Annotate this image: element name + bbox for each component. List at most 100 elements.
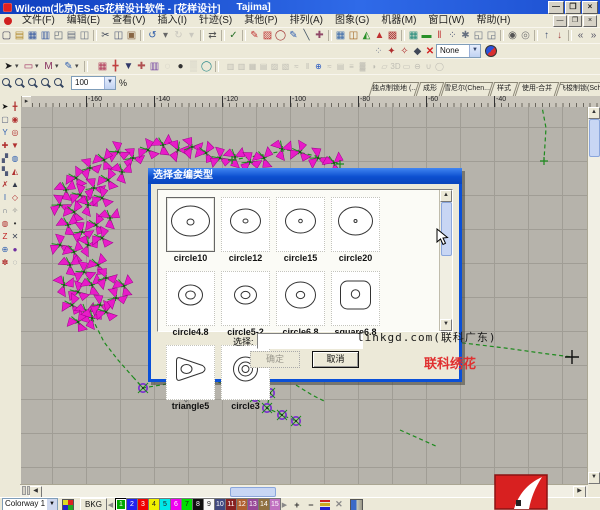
flower-tool-icon[interactable]: ✽ (0, 256, 10, 269)
mdi-close-button[interactable]: × (583, 15, 597, 27)
ruler-icon[interactable]: ▬ (420, 29, 433, 42)
shape-item-square6.8[interactable]: square6.8 (331, 271, 380, 338)
tab-6[interactable]: 飞梭制锁(Sch... (556, 82, 600, 96)
lock-icon[interactable]: ◉ (506, 29, 519, 42)
stitch-pattern-12-icon[interactable]: ▓ (357, 60, 368, 73)
target-icon[interactable]: ⊕ (0, 243, 10, 256)
shape-thumbnail[interactable] (331, 197, 380, 252)
cut-icon[interactable]: ✂ (99, 29, 112, 42)
remove-effect-icon[interactable]: ✕ (424, 46, 436, 57)
shape-item-circle20[interactable]: circle20 (331, 197, 380, 264)
chevron-down-icon[interactable]: ▾ (35, 60, 42, 73)
dark-tri-icon[interactable]: ▲ (10, 178, 20, 191)
prev-icon[interactable]: « (574, 29, 587, 42)
stitch-pattern-18-icon[interactable]: ◯ (434, 60, 445, 73)
mesh-icon[interactable]: ▦ (96, 60, 109, 73)
anchor-red-icon[interactable]: ◉ (10, 113, 20, 126)
thread-colors-icon[interactable] (320, 500, 330, 510)
tab-2[interactable]: 成形 (416, 82, 445, 96)
chevron-down-icon[interactable]: ▼ (469, 45, 480, 57)
menu-item-2[interactable]: 编辑(E) (61, 14, 106, 27)
fill-icon[interactable]: ▩ (386, 29, 399, 42)
palette-scroll-left-icon[interactable]: ◀ (107, 501, 114, 509)
stitch-pattern-5-icon[interactable]: ▨ (269, 60, 280, 73)
palette-scroll-right-icon[interactable]: ▶ (281, 501, 288, 509)
shape-thumbnail[interactable] (276, 197, 325, 252)
check-icon[interactable]: ✓ (227, 29, 240, 42)
shape-thumbnail[interactable] (166, 197, 215, 252)
print-icon[interactable]: ▤ (65, 29, 78, 42)
shape-thumbnail[interactable] (221, 197, 270, 252)
stitch-target-icon[interactable]: ⊕ (313, 60, 324, 73)
dot-dark-icon[interactable]: ● (174, 60, 187, 73)
shape-thumbnail[interactable] (276, 271, 325, 326)
menu-item-3[interactable]: 查看(V) (106, 14, 151, 27)
chart-icon[interactable]: ◭ (360, 29, 373, 42)
colorway-select[interactable]: Colorway 1 ▼ (2, 498, 58, 510)
stitch-3d-icon[interactable]: 3D (390, 60, 401, 73)
save-icon[interactable]: ▦ (26, 29, 39, 42)
maximize-button[interactable]: ❐ (565, 1, 581, 14)
redo-icon[interactable]: ↻ (172, 29, 185, 42)
x-red-icon[interactable]: ✗ (0, 178, 10, 191)
pin-red-icon[interactable]: ╋ (109, 60, 122, 73)
ring-icon[interactable]: ◎ (519, 29, 532, 42)
open-icon[interactable]: ▤ (13, 29, 26, 42)
stitch-pattern-8-icon[interactable]: ‖ (302, 60, 313, 73)
shape-thumbnail[interactable] (331, 271, 380, 326)
thread-color-15[interactable]: 15 (269, 498, 281, 510)
pen-red-icon[interactable]: ✎ (248, 29, 261, 42)
stitch-pattern-4-icon[interactable]: ▤ (258, 60, 269, 73)
stitch-pattern-2-icon[interactable]: ▥ (236, 60, 247, 73)
tab-5[interactable]: 使用-合并 (515, 82, 560, 96)
horizontal-scrollbar-thumb[interactable] (230, 487, 276, 497)
hatch-red-icon[interactable]: ▨ (261, 29, 274, 42)
print-preview-icon[interactable]: ◫ (78, 29, 91, 42)
undo-arrow-icon[interactable]: ▾ (159, 29, 172, 42)
nodes-icon[interactable]: ⁘ (446, 29, 459, 42)
menu-item-4[interactable]: 插入(I) (151, 14, 192, 27)
menu-item-7[interactable]: 排列(A) (284, 14, 329, 27)
chevron-down-icon[interactable]: ▾ (15, 60, 22, 73)
hatch-a-icon[interactable]: ▞ (0, 152, 10, 165)
menu-item-6[interactable]: 其他(P) (238, 14, 283, 27)
redo-arrow-icon[interactable]: ▾ (185, 29, 198, 42)
stem-icon[interactable]: ✚ (0, 139, 10, 152)
chevron-down-icon[interactable]: ▾ (75, 60, 82, 73)
disc-blue-icon[interactable]: ◍ (10, 152, 20, 165)
line-tool-icon[interactable]: ╲ (300, 29, 313, 42)
stitch-pattern-11-icon[interactable]: ≡ (346, 60, 357, 73)
vertical-scrollbar[interactable]: ▲ ▼ (587, 107, 600, 484)
stitch-pattern-9-icon[interactable]: ≈ (324, 60, 335, 73)
stitch-pattern-10-icon[interactable]: ▤ (335, 60, 346, 73)
grid-icon[interactable]: ▦ (334, 29, 347, 42)
x-dark-icon[interactable]: ✕ (10, 230, 20, 243)
chevron-down-icon[interactable]: ▼ (104, 77, 115, 89)
image-icon[interactable]: ▦ (407, 29, 420, 42)
zoom-fit-icon[interactable] (39, 77, 52, 90)
menu-item-11[interactable]: 帮助(H) (471, 14, 517, 27)
color-wheel-icon[interactable] (485, 45, 497, 57)
tree-icon[interactable]: ▲ (373, 29, 386, 42)
pin-icon[interactable]: ✚ (313, 29, 326, 42)
mdi-restore-button[interactable]: ❐ (568, 15, 582, 27)
copy-icon[interactable]: ◫ (112, 29, 125, 42)
shape-item-circle5-2[interactable]: circle5-2 (221, 271, 270, 338)
menu-item-5[interactable]: 针迹(S) (193, 14, 238, 27)
menu-item-9[interactable]: 机器(M) (375, 14, 422, 27)
tri-red-icon[interactable]: ▼ (10, 139, 20, 152)
menu-item-8[interactable]: 图象(G) (329, 14, 375, 27)
diamond-icon[interactable]: ◇ (10, 191, 20, 204)
shape-item-circle10[interactable]: circle10 (166, 197, 215, 264)
panel-splitter[interactable] (22, 486, 30, 495)
vertical-scrollbar-thumb[interactable] (589, 119, 600, 157)
disc-red-icon[interactable]: ◍ (0, 217, 10, 230)
undo-icon[interactable]: ↺ (146, 29, 159, 42)
gallery-scrollbar[interactable]: ▲ ▼ (439, 190, 452, 331)
reshape-icon[interactable]: ╋ (10, 100, 20, 113)
next-icon[interactable]: » (587, 29, 600, 42)
up-icon[interactable]: ↑ (540, 29, 553, 42)
save-all-icon[interactable]: ▥ (39, 29, 52, 42)
stitch-pattern-13-icon[interactable]: ◑ (368, 60, 379, 73)
z-red-icon[interactable]: Z (0, 230, 10, 243)
